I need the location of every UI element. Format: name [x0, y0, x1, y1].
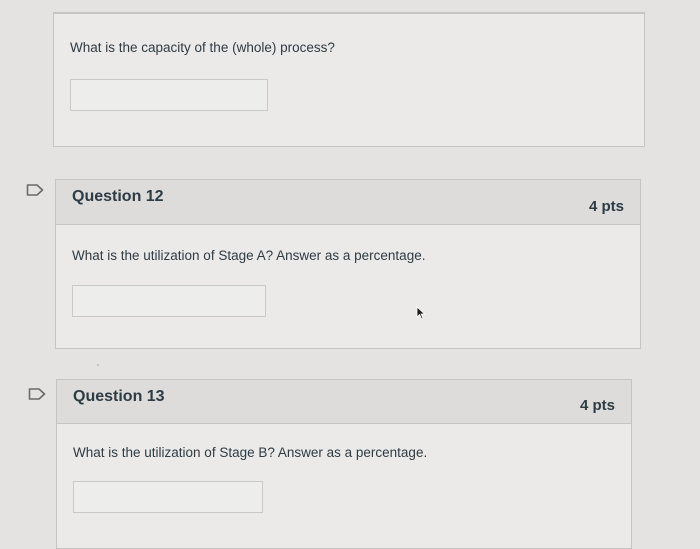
question-12-title: Question 12	[72, 188, 164, 205]
question-11-answer-input[interactable]	[70, 79, 268, 111]
photo-speck	[97, 364, 99, 366]
question-13-answer-input[interactable]	[73, 481, 263, 513]
flag-question-12-icon[interactable]	[26, 184, 44, 196]
question-13-title: Question 13	[73, 388, 165, 405]
question-12-card: Question 12 4 pts What is the utilizatio…	[55, 179, 641, 349]
question-12-header: Question 12 4 pts	[56, 180, 640, 225]
question-13-text: What is the utilization of Stage B? Answ…	[73, 445, 428, 460]
flag-question-13-icon[interactable]	[28, 388, 46, 400]
question-12-points: 4 pts	[588, 198, 624, 215]
question-11-text: What is the capacity of the (whole) proc…	[70, 40, 335, 55]
question-13-card: Question 13 4 pts What is the utilizatio…	[56, 379, 632, 549]
previous-question-header-edge	[53, 0, 645, 13]
question-11-card: What is the capacity of the (whole) proc…	[53, 13, 645, 147]
question-13-points: 4 pts	[579, 397, 615, 414]
question-12-answer-input[interactable]	[72, 285, 266, 317]
question-13-header: Question 13 4 pts	[57, 380, 631, 424]
mouse-pointer-icon	[416, 306, 426, 320]
question-12-text: What is the utilization of Stage A? Answ…	[72, 248, 426, 263]
